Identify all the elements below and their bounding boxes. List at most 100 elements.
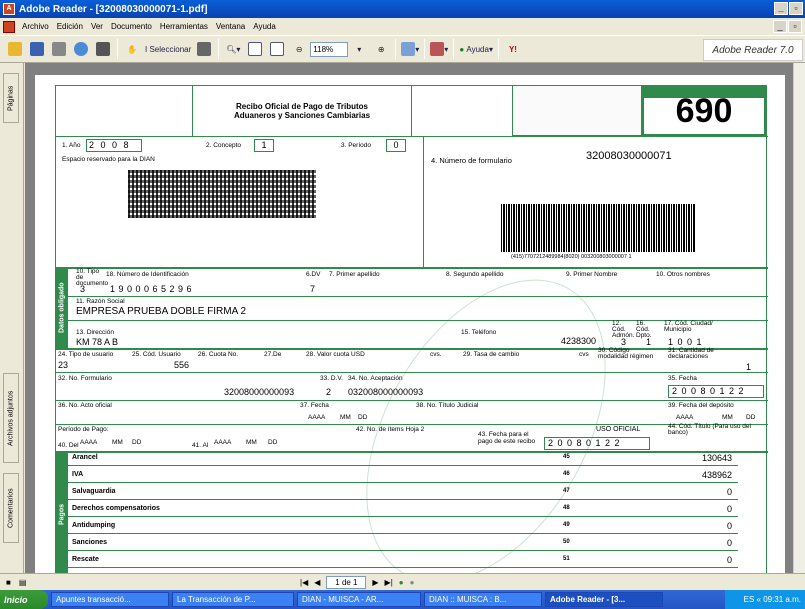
row-number: 51 [563,556,570,562]
tab-comentarios[interactable]: Comentarios [3,473,19,543]
language-indicator[interactable]: ES [744,595,755,604]
task-adobe-reader[interactable]: Adobe Reader - [3... [545,592,663,607]
task-transaccion[interactable]: La Transacción de P... [172,592,294,607]
magnifier-icon: 🔍︎ [226,44,237,54]
razon-social-value: EMPRESA PRUEBA DOBLE FIRMA 2 [76,306,247,317]
doc-minimize-button[interactable]: _ [773,20,787,33]
tab-paginas[interactable]: Páginas [3,73,19,123]
snapshot-button[interactable] [195,40,213,58]
open-button[interactable] [6,40,24,58]
recibo-form: Recibo Oficial de Pago de Tributos Aduan… [55,85,768,573]
fecha-dep-aaaa: AAAA [676,414,694,421]
razon-social-label: 11. Razón Social [76,298,125,305]
print-button[interactable] [50,40,68,58]
zoom-dropdown[interactable]: ▾ [350,40,368,58]
row-label: Derechos compensatorios [72,505,160,512]
dian-reserved-label: Espacio reservado para la DIAN [62,156,155,163]
pdf-page: Recibo Oficial de Pago de Tributos Aduan… [35,75,785,573]
menu-herramientas[interactable]: Herramientas [156,22,212,31]
sign-button[interactable]: ▾ [430,40,448,58]
floppy-icon [30,42,44,56]
start-button[interactable]: Inicio [0,590,48,609]
navigation-sidebar: Páginas Archivos adjuntos Comentarios [0,63,24,573]
row-label: Rescate [72,556,99,563]
brand-version: 7.0 [779,44,794,56]
del-aaaa: AAAA [80,439,98,446]
zoom-tool-button[interactable]: 🔍︎ ▾ [224,40,242,58]
minimize-button[interactable]: _ [774,2,788,15]
menu-edicion[interactable]: Edición [53,22,87,31]
email-button[interactable] [72,40,90,58]
row-label: Sanciones [72,539,108,546]
barcode-text: (415)7707212489984(8020) 003200803000007… [511,254,632,260]
system-tray: ES « 09:31 a.m. [725,590,805,609]
actual-size-button[interactable] [246,40,264,58]
fecha-dep-dd: DD [746,414,756,421]
task-dian-ar[interactable]: DIAN - MUISCA - AR... [297,592,421,607]
select-tool-button[interactable]: I Seleccionar [145,40,191,58]
fit-page-button[interactable] [268,40,286,58]
cod-dpto-value: 1 [646,337,652,347]
task-apuntes[interactable]: Apuntes transacció... [51,592,169,607]
menu-archivo[interactable]: Archivo [18,22,53,31]
form-no-value: 32008030000071 [586,150,672,162]
yahoo-button[interactable]: Y! [504,40,522,58]
first-page-button[interactable]: |◀ [300,578,308,587]
rotate-button[interactable]: ▾ [401,40,419,58]
status-bar: ■ ▤ |◀ ◀ 1 de 1 ▶ ▶| ● ● [0,573,805,590]
back-view-button[interactable]: ● [399,578,404,587]
zoom-in-button[interactable]: ⊕ [372,40,390,58]
tab-archivos-adjuntos[interactable]: Archivos adjuntos [3,373,19,463]
camera-icon [197,42,212,56]
page-number-field[interactable]: 1 de 1 [326,576,367,589]
doc-maximize-button[interactable]: ▫ [788,20,802,33]
al-label: 41. Al [192,442,209,449]
last-page-button[interactable]: ▶| [385,578,393,587]
document-icon [3,20,15,33]
document-viewport[interactable]: Recibo Oficial de Pago de Tributos Aduan… [25,63,793,573]
divider [56,348,768,350]
nit-value: 1 9 0 0 0 6 5 2 9 6 [110,284,193,294]
cod-titulo-label: 44. Cód. Título (Para uso del banco) [668,423,751,436]
hand-icon: ✋ [127,44,137,54]
del-label: 40. Del [58,442,79,449]
fecha37-aaaa: AAAA [308,414,326,421]
divider [68,320,768,321]
menu-ver[interactable]: Ver [87,22,107,31]
help-button[interactable]: ● Ayuda ▾ [459,40,493,58]
divider [56,267,768,269]
periodo-label: 3. Período [341,142,371,149]
menu-ayuda[interactable]: Ayuda [249,22,280,31]
de-label: 27.De [264,351,282,358]
forward-view-button[interactable]: ● [410,578,415,587]
linear-barcode [501,204,696,252]
row-value: 438962 [701,470,732,480]
divider [68,296,768,297]
primer-nombre-label: 9. Primer Nombre [566,271,618,278]
hand-tool-button[interactable]: ✋ [123,40,141,58]
menu-documento[interactable]: Documento [107,22,156,31]
cod-admin-value: 3 [621,337,627,347]
menu-ventana[interactable]: Ventana [212,22,249,31]
adobe-reader-logo: Adobe Reader 7.0 [703,39,803,61]
cant-decl-value: 1 [746,362,752,372]
task-dian-b[interactable]: DIAN :: MUISCA : B... [424,592,542,607]
form-number-bar [644,88,764,98]
find-button[interactable] [94,40,112,58]
row-number: 49 [563,522,570,528]
maximize-button[interactable]: ▫ [789,2,803,15]
zoom-out-button[interactable]: ⊖ [290,40,308,58]
prev-page-button[interactable]: ◀ [314,578,320,587]
vertical-scrollbar[interactable] [793,63,805,573]
al-dd: DD [268,439,278,446]
zoom-field[interactable]: 118% [310,41,349,57]
printer-icon [52,42,66,56]
otros-nombres-label: 10. Otros nombres [656,271,710,278]
next-page-button[interactable]: ▶ [372,578,378,587]
form-title-line1: Recibo Oficial de Pago de Tributos [235,102,369,111]
concepto-value: 1 [254,139,274,152]
save-button[interactable] [28,40,46,58]
minus-circle-icon: ⊖ [295,44,303,54]
row-label: IVA [72,471,84,478]
form-title-line2: Aduaneros y Sanciones Cambiarias [233,111,371,120]
